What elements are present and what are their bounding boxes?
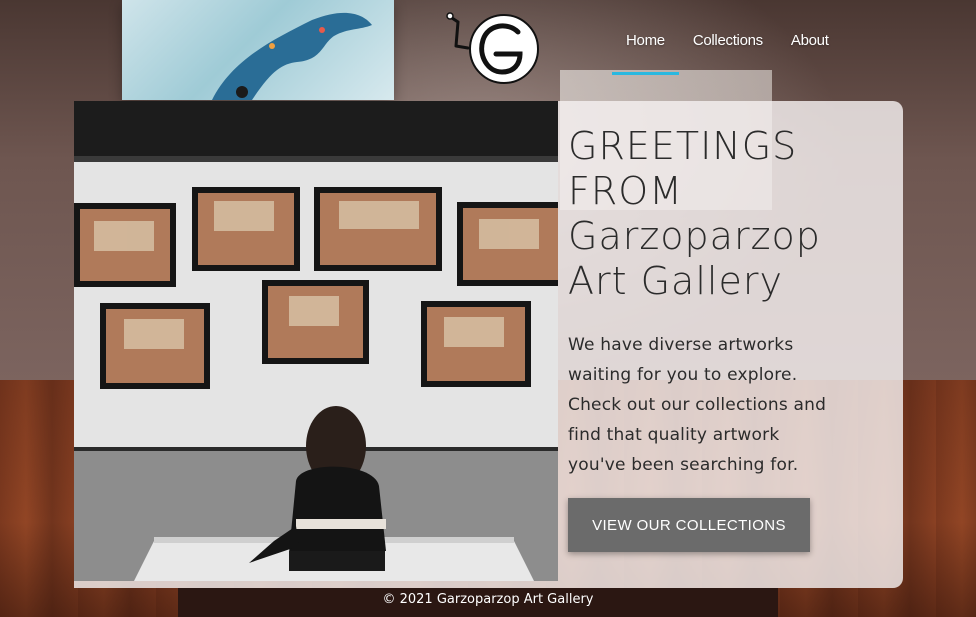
nav-home-link[interactable]: Home (612, 28, 679, 75)
view-collections-button[interactable]: VIEW OUR COLLECTIONS (568, 498, 810, 552)
hero-text: GREETINGS FROM Garzoparzop Art Gallery W… (568, 124, 888, 480)
main-navigation: Home Collections About (612, 28, 843, 75)
gallery-visitor-illustration (74, 101, 558, 581)
nav-about-link[interactable]: About (777, 28, 843, 54)
hero-title-line: FROM (568, 169, 683, 213)
hero-title-line: GREETINGS (568, 124, 798, 168)
logo-icon (446, 12, 539, 84)
hero-title: GREETINGS FROM Garzoparzop Art Gallery (568, 124, 888, 304)
background-painting (122, 0, 394, 100)
hero-image (74, 101, 558, 581)
hero-title-line: Garzoparzop (568, 214, 821, 258)
gallery-logo[interactable] (438, 6, 542, 88)
nav-collections-link[interactable]: Collections (679, 28, 777, 54)
footer-copyright: © 2021 Garzoparzop Art Gallery (382, 592, 594, 607)
hero-description: We have diverse artworks waiting for you… (568, 335, 827, 475)
hero-title-line: Art Gallery (568, 259, 783, 303)
